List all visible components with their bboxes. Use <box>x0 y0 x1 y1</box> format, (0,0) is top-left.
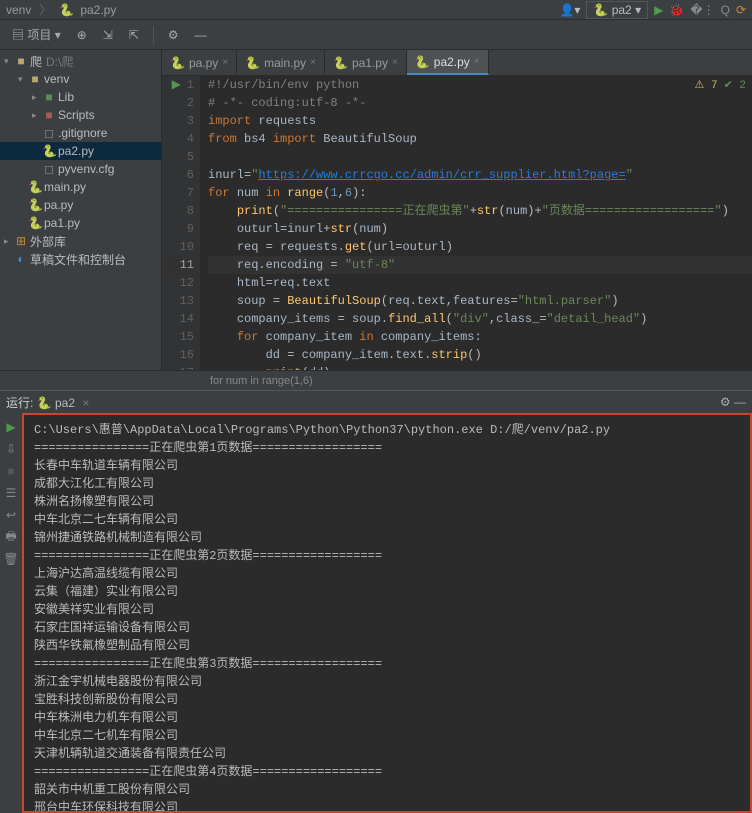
breadcrumb-bar: venv 〉 🐍 pa2.py 👤▾ 🐍 pa2 ▾ ▶ 🐞 �⋮ Q ⟳ <box>0 0 752 20</box>
run-toolbar: ▶ ⇩ ■ ☰ ↩ 🖶 🗑 <box>0 413 22 813</box>
collapse-all-icon[interactable]: ⇱ <box>123 26 145 44</box>
rerun-icon[interactable]: ▶ <box>3 419 19 435</box>
soft-wrap-icon[interactable]: ↩ <box>3 507 19 523</box>
tree-main[interactable]: 🐍 main.py <box>0 178 161 196</box>
updates-icon[interactable]: ⟳ <box>736 3 746 17</box>
gear-icon[interactable]: ⚙ — <box>720 395 746 409</box>
tree-pa2[interactable]: 🐍 pa2.py <box>0 142 161 160</box>
run-tab[interactable]: pa2 <box>55 396 75 410</box>
project-tree: ▾■ 爬 D:\爬 ▾■ venv ▸■ Lib ▸■ Scripts ◻ .g… <box>0 50 162 370</box>
tree-external-libs[interactable]: ▸⊞ 外部库 <box>0 232 161 250</box>
debug-icon[interactable]: 🐞 <box>669 3 684 17</box>
search-icon[interactable]: Q <box>721 3 730 17</box>
stop-square-icon[interactable]: ■ <box>3 463 19 479</box>
breadcrumb-root[interactable]: venv <box>6 3 31 17</box>
tree-lib[interactable]: ▸■ Lib <box>0 88 161 106</box>
close-icon[interactable]: × <box>82 396 89 410</box>
python-file-icon: 🐍 <box>333 56 348 70</box>
code-editor[interactable]: ⚠ 7 ✔ 2 ▶1234567891011121314151617 #!/us… <box>162 76 752 370</box>
close-icon[interactable]: × <box>222 57 228 68</box>
close-icon[interactable]: × <box>474 56 480 67</box>
run-config-selector[interactable]: 🐍 pa2 ▾ <box>586 1 648 19</box>
tree-venv[interactable]: ▾■ venv <box>0 70 161 88</box>
select-opened-file-icon[interactable]: ⊕ <box>71 26 93 44</box>
tab-pa-py[interactable]: 🐍pa.py× <box>162 50 237 75</box>
project-toolbar: ▤ 项目 ▾ ⊕ ⇲ ⇱ ⚙ — <box>0 20 752 50</box>
tab-pa2-py[interactable]: 🐍pa2.py× <box>407 50 489 75</box>
tab-pa1-py[interactable]: 🐍pa1.py× <box>325 50 407 75</box>
run-icon[interactable]: ▶ <box>654 3 663 17</box>
python-file-icon: 🐍 <box>170 56 185 70</box>
more-run-icon[interactable]: �⋮ <box>690 3 714 17</box>
tree-gitignore[interactable]: ◻ .gitignore <box>0 124 161 142</box>
gear-icon[interactable]: ⚙ <box>162 26 185 44</box>
close-icon[interactable]: × <box>392 57 398 68</box>
close-icon[interactable]: × <box>310 57 316 68</box>
tree-scratches[interactable]: ◐ 草稿文件和控制台 <box>0 250 161 268</box>
python-file-icon: 🐍 <box>415 55 430 69</box>
editor-tabs: 🐍pa.py×🐍main.py×🐍pa1.py×🐍pa2.py× <box>162 50 752 76</box>
inspection-badge[interactable]: ⚠ 7 ✔ 2 <box>694 78 746 92</box>
editor-area: 🐍pa.py×🐍main.py×🐍pa1.py×🐍pa2.py× ⚠ 7 ✔ 2… <box>162 50 752 370</box>
python-file-icon: 🐍 <box>37 396 52 410</box>
user-icon[interactable]: 👤▾ <box>559 3 580 17</box>
run-title: 运行: <box>6 396 33 410</box>
trash-icon[interactable]: 🗑 <box>3 551 19 567</box>
tree-scripts[interactable]: ▸■ Scripts <box>0 106 161 124</box>
chevron-right-icon: 〉 <box>39 1 51 18</box>
hide-icon[interactable]: — <box>189 26 213 44</box>
layout-icon[interactable]: ☰ <box>3 485 19 501</box>
breadcrumb-file[interactable]: pa2.py <box>80 3 116 17</box>
expand-all-icon[interactable]: ⇲ <box>97 26 119 44</box>
tree-pa1[interactable]: 🐍 pa1.py <box>0 214 161 232</box>
tree-pa[interactable]: 🐍 pa.py <box>0 196 161 214</box>
print-icon[interactable]: 🖶 <box>3 529 19 545</box>
tree-root[interactable]: ▾■ 爬 D:\爬 <box>0 52 161 70</box>
python-file-icon: 🐍 <box>59 3 74 17</box>
breadcrumb-strip: for num in range(1,6) <box>0 370 752 390</box>
python-file-icon: 🐍 <box>245 56 260 70</box>
project-dropdown[interactable]: ▤ 项目 ▾ <box>6 24 67 45</box>
console-output[interactable]: C:\Users\惠普\AppData\Local\Programs\Pytho… <box>22 413 752 813</box>
tree-pyvenv[interactable]: ◻ pyvenv.cfg <box>0 160 161 178</box>
tab-main-py[interactable]: 🐍main.py× <box>237 50 325 75</box>
run-tool-window: 运行: 🐍 pa2 × ⚙ — ▶ ⇩ ■ ☰ ↩ 🖶 🗑 C:\Users\惠… <box>0 390 752 813</box>
stop-icon[interactable]: ⇩ <box>3 441 19 457</box>
